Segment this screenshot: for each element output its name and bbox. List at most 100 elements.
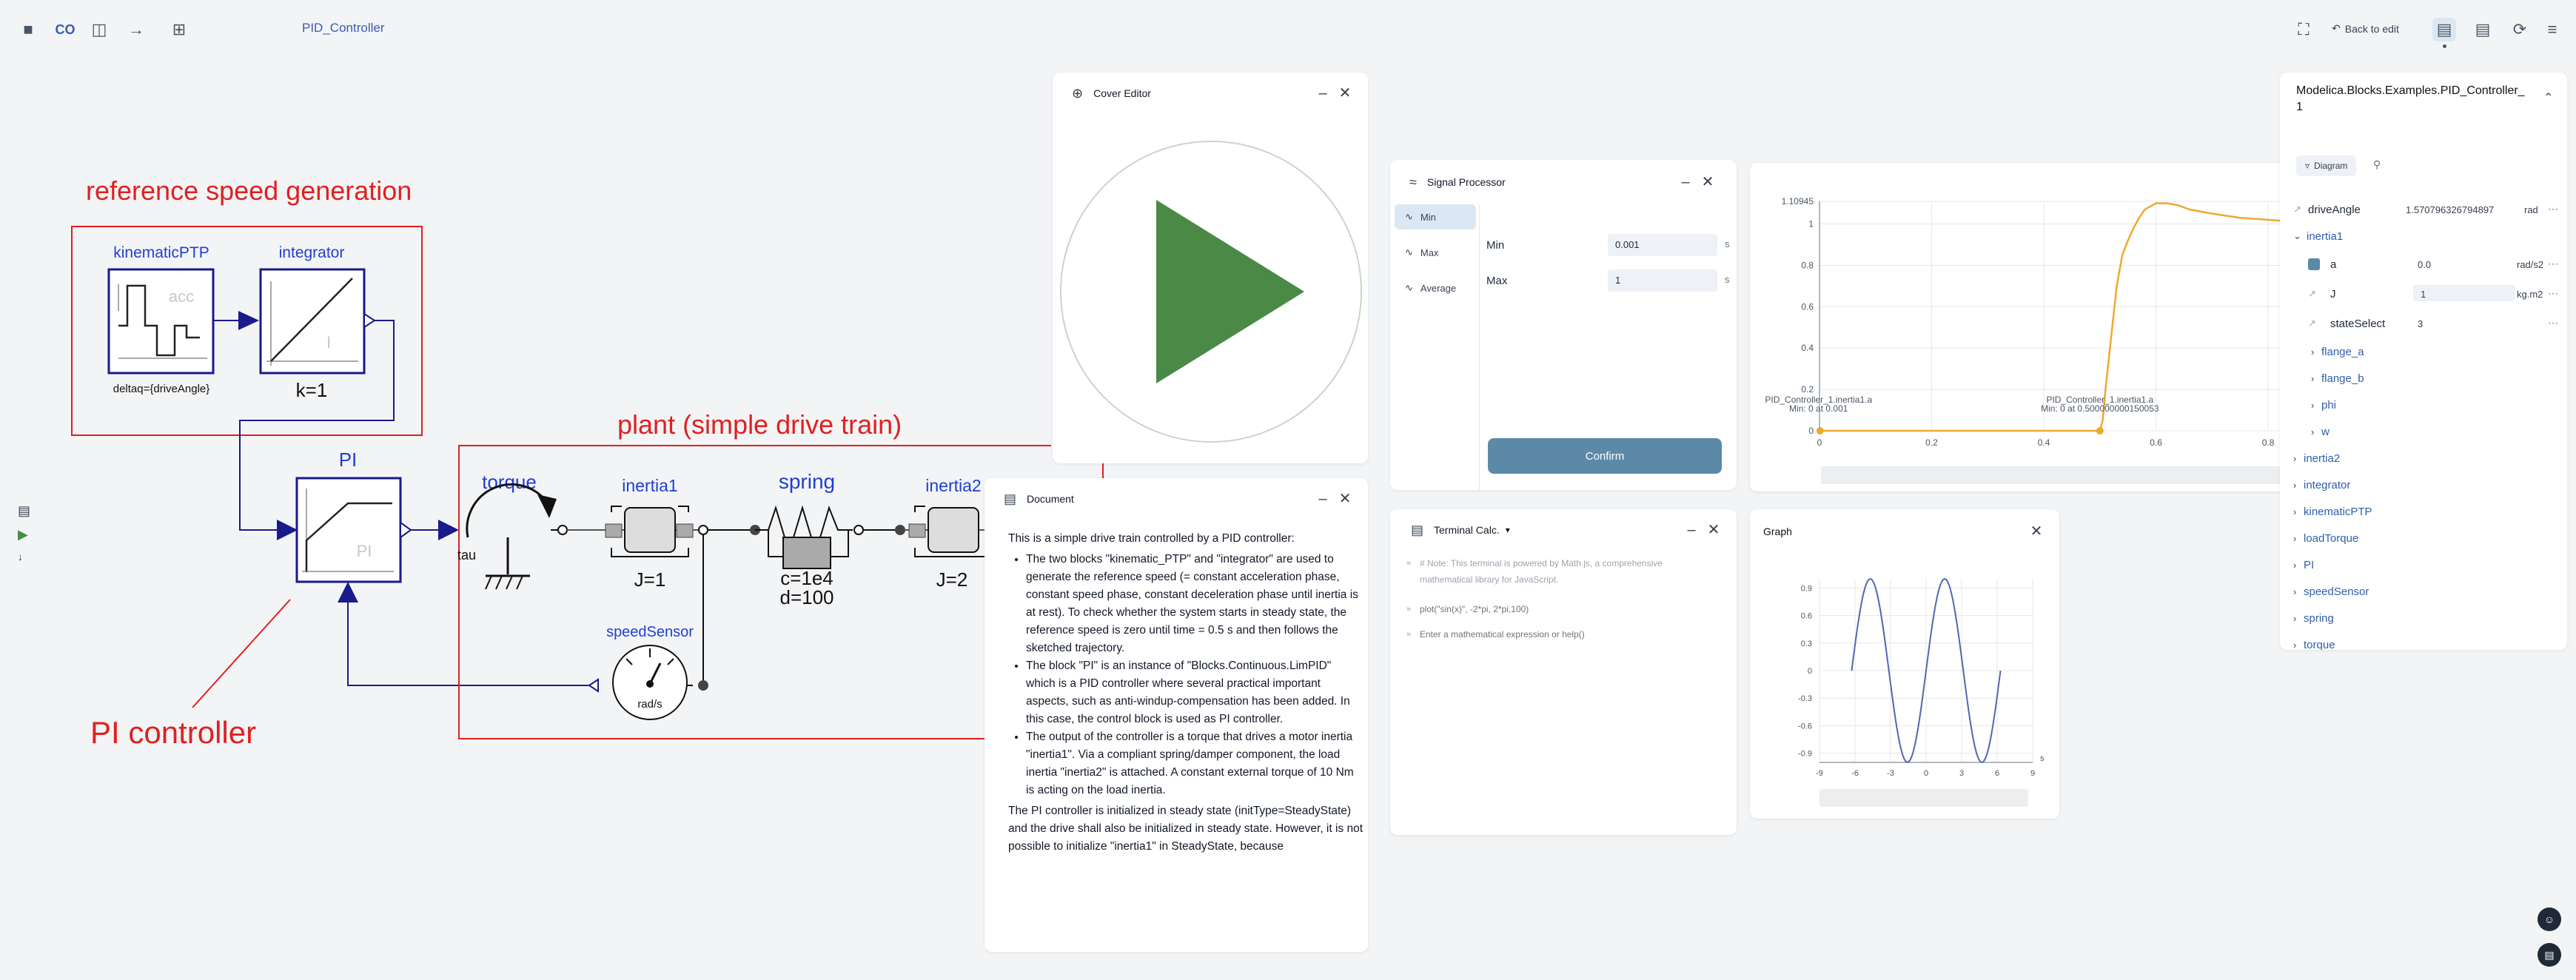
more-icon[interactable]: ⋯ bbox=[2548, 287, 2558, 300]
tree-item-loadtorque[interactable]: › loadTorque bbox=[2293, 527, 2358, 549]
hamburger-menu-icon[interactable]: ≡ bbox=[2540, 18, 2564, 41]
tree-item-speedsensor[interactable]: › speedSensor bbox=[2293, 580, 2369, 603]
close-icon[interactable]: ✕ bbox=[1700, 175, 1716, 189]
tree-item-inertia1[interactable]: ⌄ inertia1 bbox=[2293, 225, 2343, 247]
param-stateselect[interactable]: ↗ stateSelect bbox=[2308, 312, 2385, 335]
max-field-input[interactable]: 1 bbox=[1608, 269, 1717, 292]
chevron-right-icon: › bbox=[2311, 346, 2315, 358]
document-bullet: The two blocks "kinematic_PTP" and "inte… bbox=[1026, 551, 1364, 657]
minimize-icon[interactable]: – bbox=[1677, 175, 1694, 189]
fullscreen-icon[interactable]: ⛶ bbox=[2292, 18, 2315, 41]
close-icon[interactable]: ✕ bbox=[1337, 86, 1353, 101]
min-field-input[interactable]: 0.001 bbox=[1608, 234, 1717, 256]
inertia2-param: J=2 bbox=[936, 568, 968, 591]
tree-item-pi[interactable]: › PI bbox=[2293, 554, 2314, 576]
param-value[interactable]: 3 bbox=[2418, 318, 2423, 329]
x-tick-label: 0.8 bbox=[2262, 437, 2275, 448]
y-tick-label: -0.3 bbox=[1798, 694, 1812, 703]
close-icon[interactable]: ✕ bbox=[1337, 491, 1353, 506]
terminal-bullet: » bbox=[1406, 605, 1412, 614]
nav-max[interactable]: ∿ Max bbox=[1395, 240, 1476, 265]
active-dot bbox=[2443, 44, 2446, 48]
min-field-unit: s bbox=[1725, 238, 1730, 249]
minimize-icon[interactable]: – bbox=[1683, 523, 1700, 537]
tree-item-kinematicptp[interactable]: › kinematicPTP bbox=[2293, 500, 2372, 523]
nav-min-label: Min bbox=[1420, 211, 1436, 223]
max-field-unit: s bbox=[1725, 274, 1730, 285]
x-tick-label: 0.6 bbox=[2150, 437, 2162, 448]
y-tick-label: 0.6 bbox=[1801, 301, 1814, 312]
chart-view-icon[interactable]: ▤ bbox=[2432, 18, 2456, 41]
tree-item-label: spring bbox=[2304, 611, 2334, 625]
close-icon[interactable]: ✕ bbox=[1705, 523, 1722, 537]
nav-min[interactable]: ∿ Min bbox=[1395, 204, 1476, 229]
inertia1-block[interactable] bbox=[624, 507, 676, 553]
tree-item-spring[interactable]: › spring bbox=[2293, 607, 2334, 629]
menu-square-icon[interactable]: ■ bbox=[16, 18, 40, 41]
inertia1-label: inertia1 bbox=[622, 476, 677, 495]
more-icon[interactable]: ⋯ bbox=[2548, 258, 2558, 270]
diagram-tab[interactable]: ▿ Diagram bbox=[2296, 155, 2357, 176]
terminal-panel: ▤ Terminal Calc. ▾ – ✕ » # Note: This te… bbox=[1390, 509, 1737, 835]
chat-icon[interactable]: ☺ bbox=[2538, 907, 2561, 931]
more-icon[interactable]: ⋯ bbox=[2548, 317, 2558, 329]
back-to-edit-button[interactable]: ↶ Back to edit bbox=[2332, 22, 2399, 35]
chevron-right-icon: › bbox=[2293, 506, 2297, 517]
signal-icon: ≈ bbox=[1409, 174, 1417, 189]
document-icon: ▤ bbox=[1004, 491, 1017, 506]
tree-item-label: flange_b bbox=[2321, 372, 2364, 385]
param-value[interactable]: 1 bbox=[2421, 289, 2426, 300]
sidebar-toggle-icon[interactable]: ◫ bbox=[87, 18, 111, 41]
tree-item-torque[interactable]: › torque bbox=[2293, 634, 2335, 651]
tree-item-w[interactable]: › w bbox=[2311, 420, 2330, 443]
integrator-block[interactable] bbox=[259, 268, 366, 375]
collapse-icon[interactable]: ⌃ bbox=[2543, 90, 2553, 105]
graph-scrollbar[interactable] bbox=[1819, 789, 2028, 807]
confirm-button[interactable]: Confirm bbox=[1488, 438, 1722, 474]
chevron-down-icon[interactable]: ▾ bbox=[1506, 525, 1510, 535]
inertia2-label: inertia2 bbox=[925, 476, 981, 495]
search-icon[interactable]: ⚲ bbox=[2373, 158, 2381, 171]
param-value[interactable]: 1.570796326794897 bbox=[2406, 204, 2494, 215]
properties-panel: Modelica.Blocks.Examples.PID_Controller_… bbox=[2280, 73, 2567, 650]
chevron-right-icon: › bbox=[2293, 452, 2297, 464]
pi-block[interactable] bbox=[295, 477, 402, 583]
y-tick-label: 0.2 bbox=[1801, 384, 1814, 395]
cover-editor-title: Cover Editor bbox=[1093, 87, 1151, 99]
book-icon[interactable]: ▤ bbox=[2538, 943, 2561, 967]
param-value[interactable]: 0.0 bbox=[2418, 259, 2431, 270]
x-axis-unit: s bbox=[2040, 754, 2045, 763]
x-tick-label: -3 bbox=[1887, 769, 1894, 778]
kinematicptp-label: kinematicPTP bbox=[113, 244, 209, 261]
tree-item-inertia2[interactable]: › inertia2 bbox=[2293, 447, 2340, 469]
plot-scrollbar[interactable] bbox=[1821, 466, 2289, 484]
param-a[interactable]: a bbox=[2308, 253, 2336, 275]
signal-processor-panel: ≈ Signal Processor – ✕ ∿ Min ∿ Max ∿ Averag… bbox=[1390, 160, 1737, 490]
pi-controller-label: PI controller bbox=[90, 715, 256, 750]
filter-icon: ▿ bbox=[2305, 161, 2310, 171]
tree-item-phi[interactable]: › phi bbox=[2311, 394, 2336, 416]
nav-average-label: Average bbox=[1420, 282, 1457, 294]
tree-item-label: w bbox=[2321, 425, 2330, 438]
tree-item-flange-b[interactable]: › flange_b bbox=[2311, 367, 2364, 389]
inertia2-block[interactable] bbox=[928, 507, 979, 553]
param-j[interactable]: ↗ J bbox=[2308, 283, 2336, 305]
more-icon[interactable]: ⋯ bbox=[2548, 203, 2558, 215]
refresh-settings-icon[interactable]: ⟳ bbox=[2508, 18, 2532, 41]
min-marker bbox=[2096, 427, 2104, 434]
arrow-right-icon[interactable]: → bbox=[124, 18, 148, 41]
tree-item-flange-a[interactable]: › flange_a bbox=[2311, 340, 2364, 363]
x-tick-label: -6 bbox=[1851, 769, 1859, 778]
tree-item-integrator[interactable]: › integrator bbox=[2293, 474, 2350, 496]
apps-grid-icon[interactable]: ⊞ bbox=[167, 18, 191, 41]
document-icon[interactable]: ▤ bbox=[2471, 18, 2495, 41]
minimize-icon[interactable]: – bbox=[1315, 86, 1331, 101]
terminal-input[interactable] bbox=[1420, 626, 1716, 642]
terminal-title: Terminal Calc. bbox=[1434, 524, 1500, 536]
nav-average[interactable]: ∿ Average bbox=[1395, 275, 1476, 301]
plus-circle-icon: ⊕ bbox=[1072, 85, 1084, 101]
speedsensor-label: speedSensor bbox=[606, 624, 694, 640]
chevron-right-icon: › bbox=[2311, 372, 2315, 384]
minimize-icon[interactable]: – bbox=[1315, 491, 1331, 506]
param-driveangle[interactable]: ↗ driveAngle bbox=[2293, 198, 2361, 221]
